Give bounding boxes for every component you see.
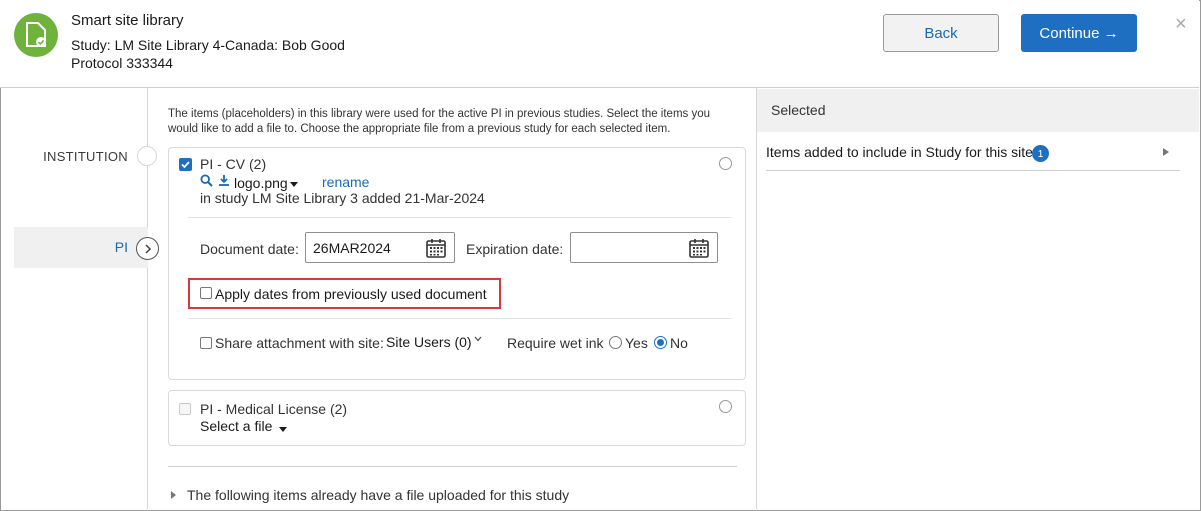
dialog-title: Smart site library (71, 12, 184, 29)
item-title: PI - CV (2) (200, 156, 267, 172)
expiration-date-field[interactable] (570, 232, 718, 263)
intro-text: The items (placeholders) in this library… (168, 108, 711, 135)
dialog-header: Smart site library Study: LM Site Librar… (0, 0, 1199, 88)
divider (188, 217, 731, 218)
sidebar-item-pi[interactable]: PI (14, 227, 148, 268)
wet-ink-no-radio[interactable] (654, 336, 667, 349)
item-radio[interactable] (719, 400, 732, 413)
chevron-right-icon (136, 237, 159, 260)
back-button[interactable]: Back (883, 14, 999, 52)
document-check-icon (14, 13, 58, 57)
item-title: PI - Medical License (2) (200, 401, 348, 417)
selected-items-row[interactable]: Items added to include in Study for this… (766, 144, 1033, 160)
count-badge: 1 (1032, 145, 1049, 162)
calendar-icon[interactable] (689, 238, 709, 263)
study-line: Study: LM Site Library 4-Canada: Bob Goo… (71, 37, 345, 53)
document-date-label: Document date: (200, 241, 299, 257)
caret-right-icon[interactable] (1163, 148, 1169, 156)
document-date-field[interactable]: 26MAR2024 (305, 232, 455, 263)
sidebar-item-label: PI (114, 239, 128, 255)
close-icon[interactable]: × (1175, 14, 1187, 34)
step-circle-icon (137, 146, 157, 166)
wet-ink-no-label[interactable]: No (670, 335, 688, 351)
protocol-line: Protocol 333344 (71, 55, 173, 71)
caret-right-icon[interactable] (171, 491, 176, 499)
site-users-dropdown[interactable]: Site Users (0) (386, 334, 472, 350)
caret-down-icon (279, 419, 288, 435)
study-note: in study LM Site Library 3 added 21-Mar-… (200, 190, 485, 206)
document-date-value: 26MAR2024 (313, 240, 391, 256)
share-attachment-label[interactable]: Share attachment with site: (215, 335, 384, 351)
select-file-label: Select a file (200, 418, 273, 434)
calendar-icon[interactable] (426, 238, 446, 263)
sidebar-item-institution[interactable]: INSTITUTION (0, 145, 157, 169)
file-name-dropdown[interactable]: logo.png (234, 175, 288, 191)
divider (168, 466, 737, 467)
divider (188, 318, 731, 319)
apply-dates-checkbox[interactable] (200, 287, 212, 299)
wet-ink-yes-radio[interactable] (609, 336, 622, 349)
wet-ink-yes-label[interactable]: Yes (625, 335, 648, 351)
select-file-dropdown[interactable]: Select a file (200, 418, 288, 435)
study-info: Study: LM Site Library 4-Canada: Bob Goo… (71, 36, 345, 72)
apply-dates-label[interactable]: Apply dates from previously used documen… (215, 286, 487, 302)
wet-ink-label: Require wet ink (507, 335, 604, 351)
item-checkbox[interactable] (179, 403, 191, 415)
divider (766, 170, 1180, 171)
item-radio[interactable] (719, 157, 732, 170)
continue-button[interactable]: Continue → (1021, 14, 1137, 52)
selected-panel-title: Selected (771, 102, 826, 118)
share-attachment-checkbox[interactable] (200, 337, 212, 349)
chevron-down-icon[interactable] (474, 333, 482, 345)
rename-link[interactable]: rename (322, 174, 369, 190)
expiration-date-label: Expiration date: (466, 241, 564, 257)
panel-divider (756, 88, 757, 511)
sidebar-item-label: INSTITUTION (43, 149, 128, 164)
selected-panel-header: Selected (757, 89, 1199, 132)
item-checkbox[interactable] (179, 158, 192, 171)
uploaded-items-toggle[interactable]: The following items already have a file … (187, 487, 569, 503)
